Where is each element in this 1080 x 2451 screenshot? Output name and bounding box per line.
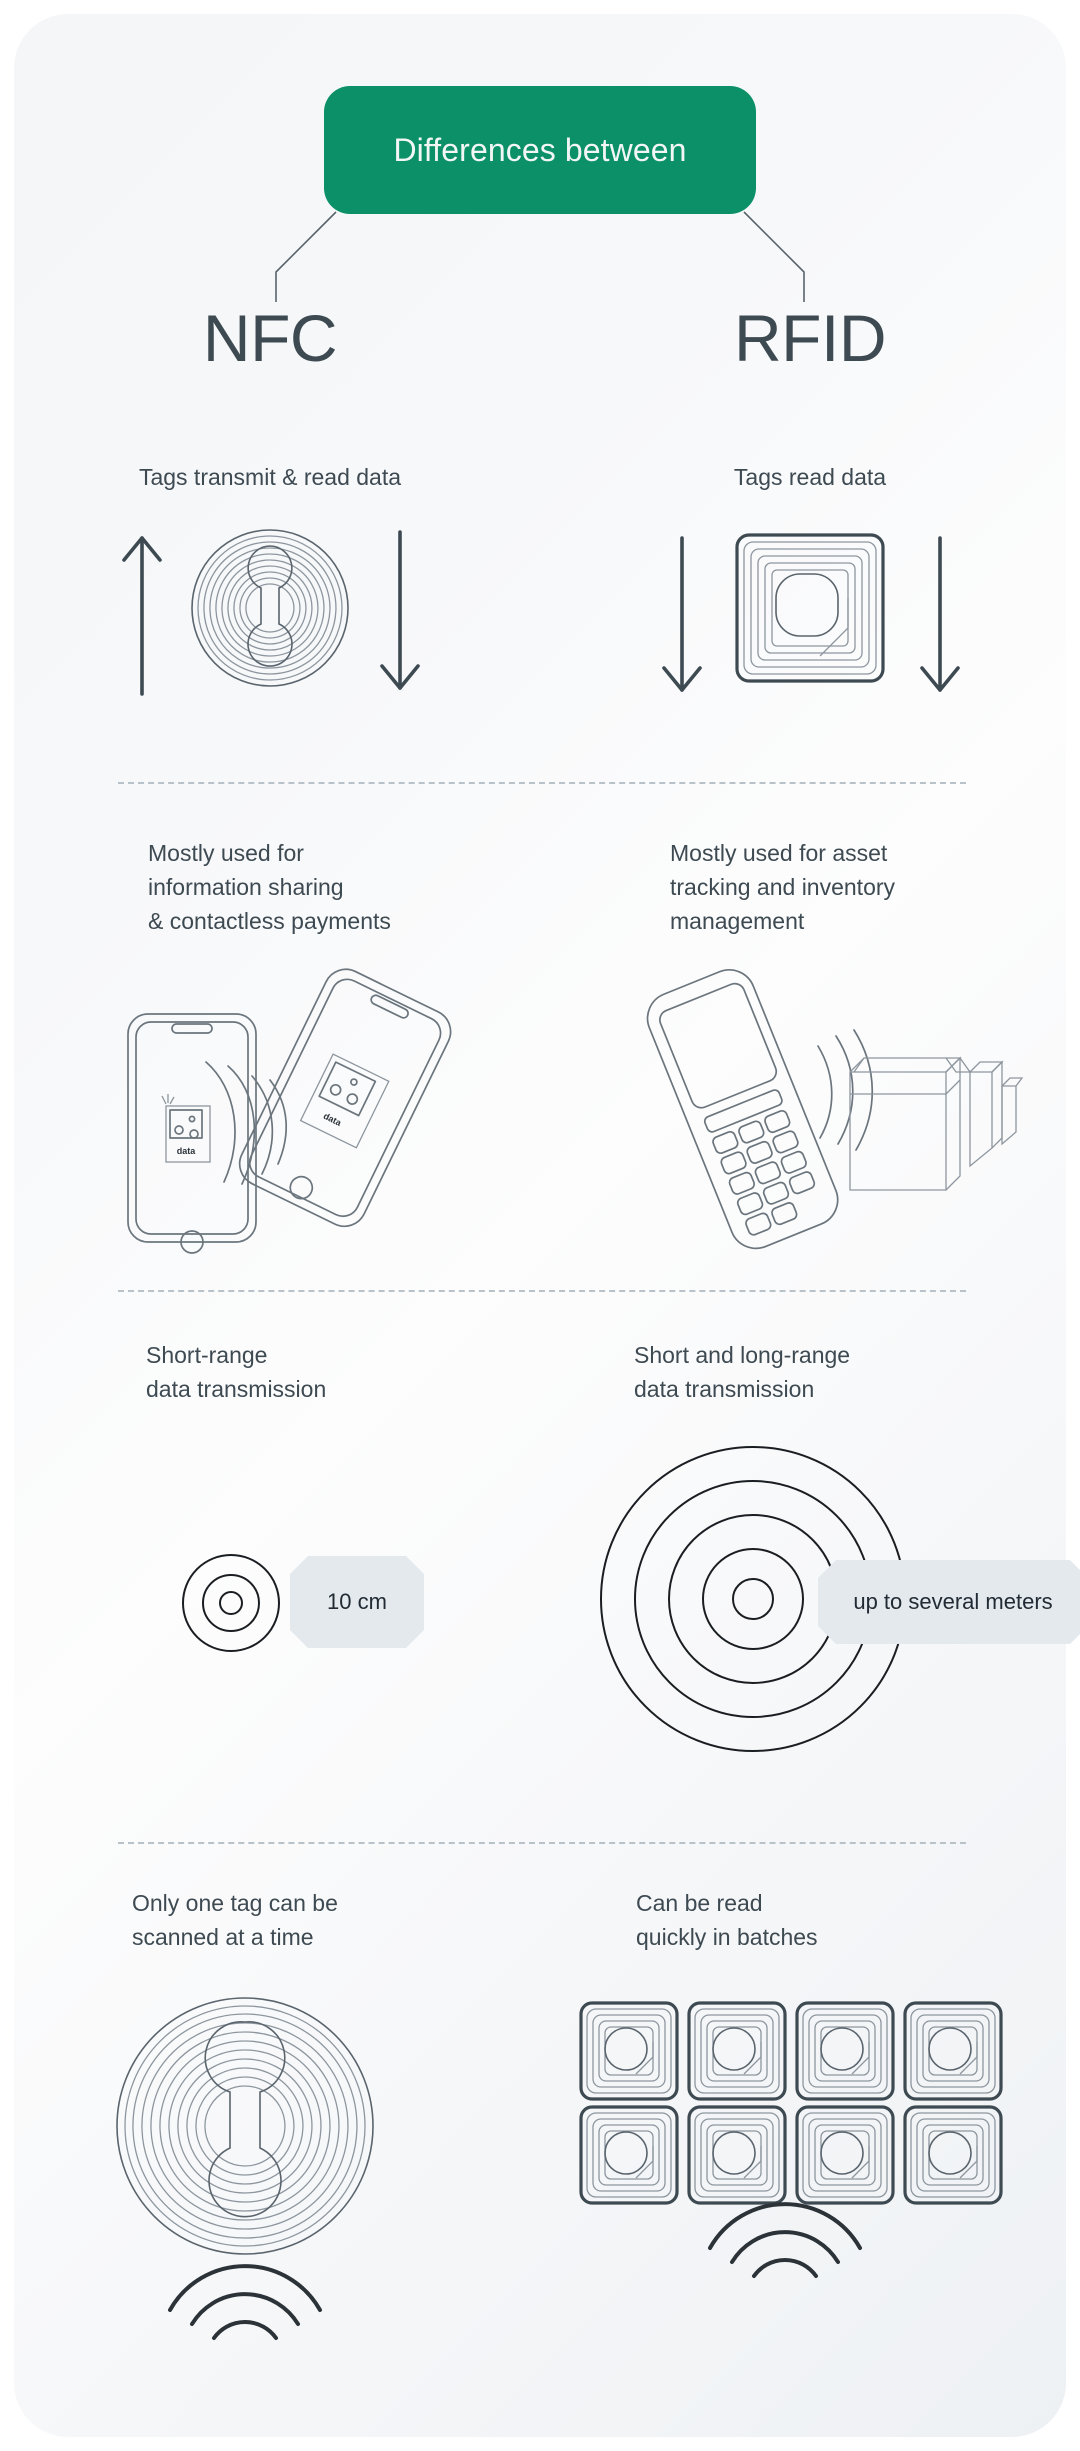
arrow-down-icon — [380, 530, 420, 690]
arrow-down-icon-left — [662, 536, 702, 692]
rfid-tag-row-1 — [579, 2001, 1003, 2101]
smartphone-icon-left: data — [127, 1013, 257, 1254]
banner-title: Differences between — [393, 131, 687, 168]
divider-1 — [118, 782, 966, 784]
phone-left-data-label: data — [177, 1146, 197, 1156]
single-round-nfc-tag-with-waves-icon — [116, 1997, 374, 2340]
rfid-tag-row-2 — [579, 2105, 1003, 2205]
cardboard-box-icon — [849, 1056, 1024, 1191]
row-range: Short-range data transmission 10 cm Shor… — [0, 1338, 1080, 1818]
row-usage-nfc-caption: Mostly used for information sharing & co… — [148, 840, 391, 934]
row-transmit-rfid-caption: Tags read data — [733, 464, 887, 490]
small-concentric-circles-icon — [182, 1554, 280, 1652]
divider-3 — [118, 1842, 966, 1844]
infographic-page: Differences between NFC RFID Tags transm… — [0, 0, 1080, 2451]
arrow-down-icon-right — [920, 536, 960, 692]
row-transmit: Tags transmit & read data Tags read data — [0, 460, 1080, 780]
rfid-square-tag-icon — [662, 533, 960, 692]
phone-right-data-label: data — [322, 1111, 344, 1129]
signal-wave-icon — [817, 1029, 874, 1151]
row-range-rfid-caption: Short and long-range data transmission — [634, 1342, 851, 1402]
two-phones-exchanging-data-icon: data data — [127, 968, 452, 1254]
signal-wave-icon — [168, 2264, 322, 2340]
title-banner: Differences between — [324, 86, 756, 214]
column-title-rfid: RFID — [734, 301, 886, 375]
row-usage-rfid-caption: Mostly used for asset tracking and inven… — [670, 840, 896, 934]
range-badge-nfc-label: 10 cm — [327, 1589, 387, 1614]
row-usage: Mostly used for information sharing & co… — [0, 836, 1080, 1256]
column-title-nfc: NFC — [202, 301, 338, 375]
row-batch: Only one tag can be scanned at a time Ca… — [0, 1886, 1080, 2366]
row-batch-rfid-caption: Can be read quickly in batches — [636, 1890, 818, 1950]
handheld-scanner-icon — [646, 969, 839, 1250]
signal-wave-icon — [708, 2202, 862, 2278]
range-badge-rfid: up to several meters — [818, 1560, 1080, 1644]
divider-2 — [118, 1290, 966, 1292]
grid-of-rfid-tags-icon — [579, 2001, 1003, 2278]
handheld-scanner-and-boxes-icon — [646, 969, 1024, 1250]
nfc-round-tag-icon — [122, 529, 420, 696]
arrow-up-icon — [122, 536, 162, 696]
range-badge-rfid-label: up to several meters — [853, 1589, 1053, 1614]
range-badge-nfc: 10 cm — [290, 1556, 424, 1648]
row-transmit-nfc-caption: Tags transmit & read data — [138, 464, 402, 490]
signal-wave-icon — [205, 1061, 287, 1185]
row-range-nfc-caption: Short-range data transmission — [146, 1342, 327, 1402]
row-batch-nfc-caption: Only one tag can be scanned at a time — [132, 1890, 338, 1950]
